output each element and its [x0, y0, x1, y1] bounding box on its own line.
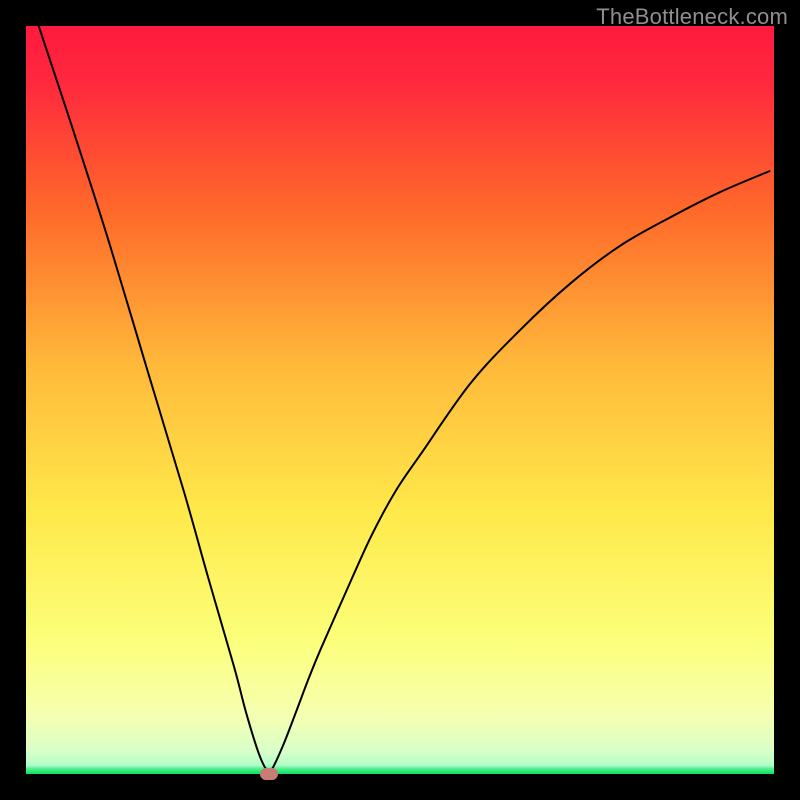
plot-area: [26, 26, 774, 774]
gradient-background: [26, 26, 774, 774]
green-band: [26, 765, 774, 774]
chart-frame: TheBottleneck.com: [0, 0, 800, 800]
bottleneck-chart: [26, 26, 774, 774]
watermark-text: TheBottleneck.com: [596, 4, 788, 30]
optimal-point-marker: [260, 768, 278, 780]
